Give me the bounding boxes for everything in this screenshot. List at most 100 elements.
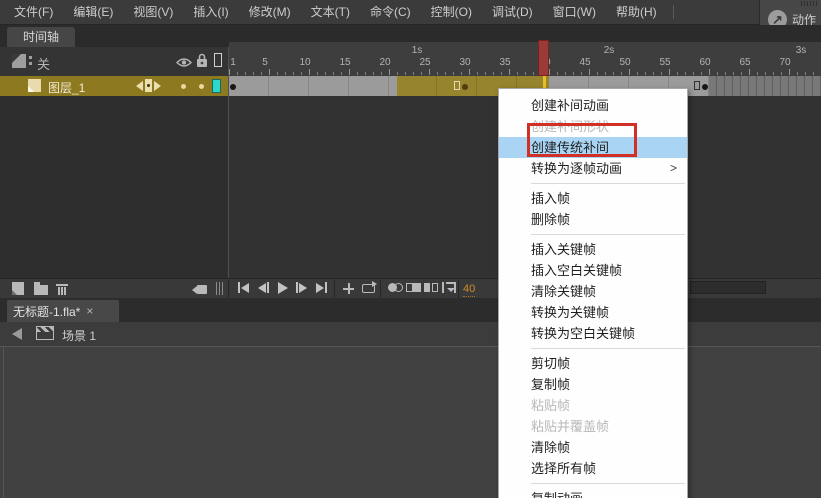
document-tab[interactable]: 无标题-1.fla* ×	[7, 300, 119, 322]
context-menu-item-12[interactable]: 转换为关键帧	[499, 302, 687, 323]
context-menu-item-4[interactable]: 转换为逐帧动画 >	[499, 158, 687, 179]
ruler-frame-number: 65	[739, 57, 751, 68]
ruler-frame-number: 25	[419, 57, 431, 68]
insert-keyframe-marker-icon[interactable]	[145, 79, 152, 92]
ruler-frame-number: 10	[299, 57, 311, 68]
menubar-item-6[interactable]: 文本(T)	[301, 0, 360, 24]
context-menu-item-6[interactable]: 插入帧	[499, 188, 687, 209]
stage-edge-line	[3, 346, 4, 498]
show-hide-layers-icon[interactable]	[176, 55, 192, 73]
layer-row[interactable]: 图层_1	[0, 76, 229, 96]
keyframe-dot[interactable]	[230, 84, 236, 90]
keyframe-dot[interactable]	[702, 84, 708, 90]
ruler-frame-number: 30	[459, 57, 471, 68]
playhead-handle[interactable]	[538, 40, 549, 76]
layer-name[interactable]: 图层_1	[48, 79, 85, 96]
menu-item-label: 清除帧	[531, 440, 571, 455]
outline-layers-icon[interactable]	[214, 53, 222, 67]
context-menu-item-16[interactable]: 复制帧	[499, 374, 687, 395]
scene-label[interactable]: 场景 1	[62, 327, 96, 344]
context-menu-item-19[interactable]: 清除帧	[499, 437, 687, 458]
prev-keyframe-icon[interactable]	[136, 80, 143, 91]
menubar-divider	[672, 5, 674, 19]
go-to-first-frame-button[interactable]	[238, 282, 249, 293]
layer-lock-dot[interactable]	[199, 84, 204, 89]
context-menu-item-18: 粘贴并覆盖帧	[499, 416, 687, 437]
edit-multiple-frames-button[interactable]	[424, 282, 440, 293]
menu-item-label: 复制帧	[531, 377, 571, 392]
menu-item-label: 创建补间动画	[531, 98, 610, 113]
stage-pasteboard[interactable]	[0, 346, 821, 498]
add-camera-button[interactable]	[192, 282, 207, 294]
center-frame-button[interactable]	[343, 282, 354, 294]
menubar-item-10[interactable]: 窗口(W)	[543, 0, 606, 24]
menubar-item-3[interactable]: 视图(V)	[123, 0, 183, 24]
layers-icon	[12, 54, 26, 68]
context-menu-item-1[interactable]: 创建补间动画	[499, 95, 687, 116]
menu-item-label: 转换为关键帧	[531, 305, 610, 320]
context-menu-item-15[interactable]: 剪切帧	[499, 353, 687, 374]
modify-markers-button[interactable]	[442, 282, 456, 293]
ruler-frame-number: 15	[339, 57, 351, 68]
context-menu-item-7[interactable]: 删除帧	[499, 209, 687, 230]
span-end-marker[interactable]	[454, 81, 460, 90]
menu-item-label: 转换为空白关键帧	[531, 326, 636, 341]
menu-separator	[531, 483, 685, 484]
ruler-frame-number: 20	[379, 57, 391, 68]
loop-playback-button[interactable]	[362, 281, 377, 293]
context-menu-item-20[interactable]: 选择所有帧	[499, 458, 687, 479]
menu-item-label: 插入空白关键帧	[531, 263, 623, 278]
document-tab-bar: 无标题-1.fla* ×	[0, 298, 821, 322]
delete-layer-button[interactable]	[56, 282, 68, 295]
keyframe-dot[interactable]	[462, 84, 468, 90]
go-to-last-frame-button[interactable]	[316, 282, 327, 293]
play-button[interactable]	[278, 282, 288, 294]
ruler-frame-number: 55	[659, 57, 671, 68]
step-forward-button[interactable]	[296, 282, 307, 293]
step-back-button[interactable]	[258, 282, 269, 293]
new-folder-button[interactable]	[34, 282, 48, 295]
panel-resize-grip-icon[interactable]	[216, 282, 224, 295]
close-icon[interactable]: ×	[86, 305, 93, 317]
ruler-major-ticks	[229, 69, 821, 75]
layers-toggle-label: 关	[37, 57, 51, 72]
current-frame-field[interactable]: 40	[463, 283, 476, 297]
menubar-item-2[interactable]: 编辑(E)	[63, 0, 123, 24]
timeline-panel-tab[interactable]: 时间轴	[7, 27, 75, 47]
context-menu-item-13[interactable]: 转换为空白关键帧	[499, 323, 687, 344]
menubar-item-1[interactable]: 文件(F)	[4, 0, 63, 24]
menubar-item-9[interactable]: 调试(D)	[482, 0, 543, 24]
panel-grip-icon[interactable]	[801, 1, 818, 6]
timeline-ruler[interactable]: 1s2s3s1510152025303540455055606570	[229, 42, 821, 76]
menu-item-label: 粘贴帧	[531, 398, 571, 413]
onion-skin-outlines-button[interactable]	[406, 282, 422, 293]
layer-visibility-dot[interactable]	[181, 84, 186, 89]
layer-track-divider[interactable]	[228, 47, 229, 278]
layer-outline-color-swatch[interactable]	[212, 79, 221, 93]
lock-layers-icon[interactable]	[196, 53, 208, 73]
frame-rate-field[interactable]	[690, 281, 766, 294]
ruler-frame-number: 50	[619, 57, 631, 68]
layers-menu-dots-icon	[29, 56, 32, 66]
menubar-item-8[interactable]: 控制(O)	[421, 0, 482, 24]
edit-bar: 场景 1	[0, 322, 821, 346]
onion-skin-button[interactable]	[388, 282, 404, 293]
span-end-marker[interactable]	[694, 81, 700, 90]
document-title: 无标题-1.fla*	[13, 304, 81, 319]
layer-list-empty-area	[0, 96, 229, 278]
menubar-item-11[interactable]: 帮助(H)	[606, 0, 667, 24]
menu-item-label: 插入关键帧	[531, 242, 597, 257]
menubar-item-4[interactable]: 插入(I)	[183, 0, 238, 24]
context-menu-item-22[interactable]: 复制动画	[499, 488, 687, 498]
empty-frames-area[interactable]	[709, 76, 821, 96]
back-arrow-icon[interactable]	[12, 328, 22, 340]
menu-separator	[531, 234, 685, 235]
context-menu-item-9[interactable]: 插入关键帧	[499, 239, 687, 260]
new-layer-button[interactable]	[12, 282, 24, 295]
context-menu-item-11[interactable]: 清除关键帧	[499, 281, 687, 302]
menubar-item-7[interactable]: 命令(C)	[360, 0, 421, 24]
frame-span[interactable]	[229, 76, 397, 96]
context-menu-item-10[interactable]: 插入空白关键帧	[499, 260, 687, 281]
menubar-item-5[interactable]: 修改(M)	[239, 0, 301, 24]
next-keyframe-icon[interactable]	[154, 80, 161, 91]
